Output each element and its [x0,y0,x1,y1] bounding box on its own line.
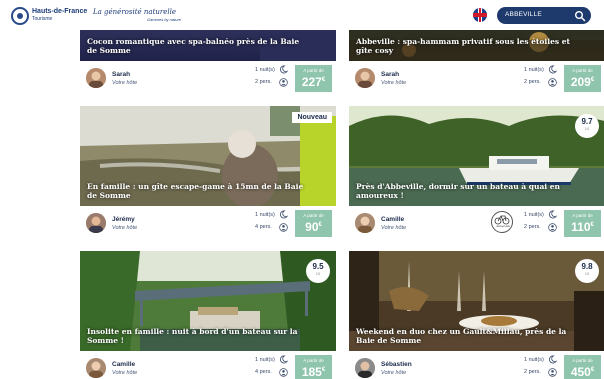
listing-footer: Sarah Votre hôte 1 nuit(s) 2 pers. A par… [349,61,604,95]
nights-label: 1 nuit(s) [524,212,544,218]
price-badge[interactable]: A partir de 90€ [295,210,332,237]
listing-photo[interactable]: 9.8 10 Weekend en duo chez un Gault&Mill… [349,251,604,351]
host-avatar [355,358,375,378]
price-badge[interactable]: A partir de 450€ [564,355,601,379]
listing-photo[interactable]: 9.5 10 Insolite en famille : nuit à bord… [80,251,336,351]
rating-value: 9.7 [581,117,593,126]
rating-max: 10 [315,271,321,276]
person-icon [279,368,288,377]
tagline-sub: Gammes by nature [147,17,182,22]
nights-label: 1 nuit(s) [524,357,544,363]
listing-footer: Jérémy Votre hôte 1 nuit(s) 4 pers. A pa… [80,206,336,240]
listing-photo[interactable]: 9.7 10 Près d'Abbeville, dormir sur un b… [349,106,604,206]
listing-title[interactable]: Abbeville : spa-hammam privatif sous les… [356,37,575,55]
host-name: Camille [381,216,405,223]
rating-max: 10 [584,271,590,276]
rating-badge: 9.7 10 [575,114,599,138]
rating-value: 9.5 [312,262,324,271]
price-badge[interactable]: A partir de 185€ [295,355,332,379]
host-avatar [86,68,106,88]
host-role: Votre hôte [112,225,138,231]
host-role: Votre hôte [112,370,138,376]
price-badge[interactable]: A partir de 209€ [564,65,601,92]
new-badge: Nouveau [292,112,332,123]
nights-label: 1 nuit(s) [524,67,544,73]
person-icon [548,78,557,87]
persons-label: 2 pers. [524,369,541,375]
price-badge[interactable]: A partir de 110€ [564,210,601,237]
person-icon [279,223,288,232]
persons-label: 2 pers. [524,79,541,85]
price-amount: 90€ [305,220,322,234]
logo-title[interactable]: Hauts-de-France [32,8,87,15]
rating-max: 10 [584,126,590,131]
persons-label: 2 pers. [524,224,541,230]
host-name: Jérémy [112,216,135,223]
host-role: Votre hôte [381,225,407,231]
host-avatar [86,213,106,233]
persons-label: 2 pers. [255,79,272,85]
rating-value: 9.8 [581,262,593,271]
price-amount: 110€ [571,220,594,234]
logo-subtitle: Tourisme [32,16,53,22]
tagline: La générosité naturelle [93,8,177,16]
host-avatar [86,358,106,378]
listing-title[interactable]: En famille : un gîte escape-game à 15mn … [87,182,306,200]
host-role: Votre hôte [112,80,138,86]
nights-label: 1 nuit(s) [255,357,275,363]
search-icon[interactable] [574,10,586,22]
search-value: ABBEVILLE [505,11,542,18]
nights-label: 1 nuit(s) [255,67,275,73]
price-badge[interactable]: A partir de 227€ [295,65,332,92]
persons-label: 4 pers. [255,369,272,375]
bike-label-icon: Accueil vélo [491,211,513,233]
host-role: Votre hôte [381,80,407,86]
host-name: Camille [112,361,136,368]
listing-footer: Camille Votre hôte 1 nuit(s) 4 pers. A p… [80,351,336,379]
rating-badge: 9.8 10 [575,259,599,283]
site-header: Hauts-de-France Tourisme La générosité n… [0,0,604,30]
price-amount: 209€ [570,75,595,89]
listing-photo[interactable]: Nouveau En famille : un gîte escape-game… [80,106,336,206]
host-role: Votre hôte [381,370,407,376]
listing-footer: Sarah Votre hôte 1 nuit(s) 2 pers. A par… [80,61,336,95]
host-avatar [355,213,375,233]
listing-title[interactable]: Près d'Abbeville, dormir sur un bateau à… [356,182,575,200]
listing-title[interactable]: Insolite en famille : nuit à bord d'un b… [87,327,306,345]
listing-footer: Camille Votre hôte Accueil vélo 1 nuit(s… [349,206,604,240]
nights-label: 1 nuit(s) [255,212,275,218]
rating-badge: 9.5 10 [306,259,330,283]
listing-title[interactable]: Weekend en duo chez un Gault&Millau, prè… [356,327,575,345]
moon-icon [548,210,557,219]
price-amount: 450€ [570,365,595,379]
uk-flag-icon[interactable] [473,8,487,22]
price-amount: 227€ [301,75,326,89]
moon-icon [279,355,288,364]
listing-title[interactable]: Cocon romantique avec spa-balnéo près de… [87,37,306,55]
hauts-de-france-logo-icon[interactable] [11,7,29,25]
host-name: Sébastien [381,361,412,368]
person-icon [548,223,557,232]
listing-footer: Sébastien Votre hôte 1 nuit(s) 2 pers. A… [349,351,604,379]
person-icon [279,78,288,87]
persons-label: 4 pers. [255,224,272,230]
host-name: Sarah [381,71,400,78]
moon-icon [548,65,557,74]
person-icon [548,368,557,377]
moon-icon [279,210,288,219]
host-avatar [355,68,375,88]
moon-icon [548,355,557,364]
moon-icon [279,65,288,74]
bicycle-icon [494,215,510,225]
bike-label-text: Accueil vélo [496,225,510,228]
price-amount: 185€ [301,365,326,379]
host-name: Sarah [112,71,131,78]
search-input[interactable]: ABBEVILLE [497,7,591,24]
